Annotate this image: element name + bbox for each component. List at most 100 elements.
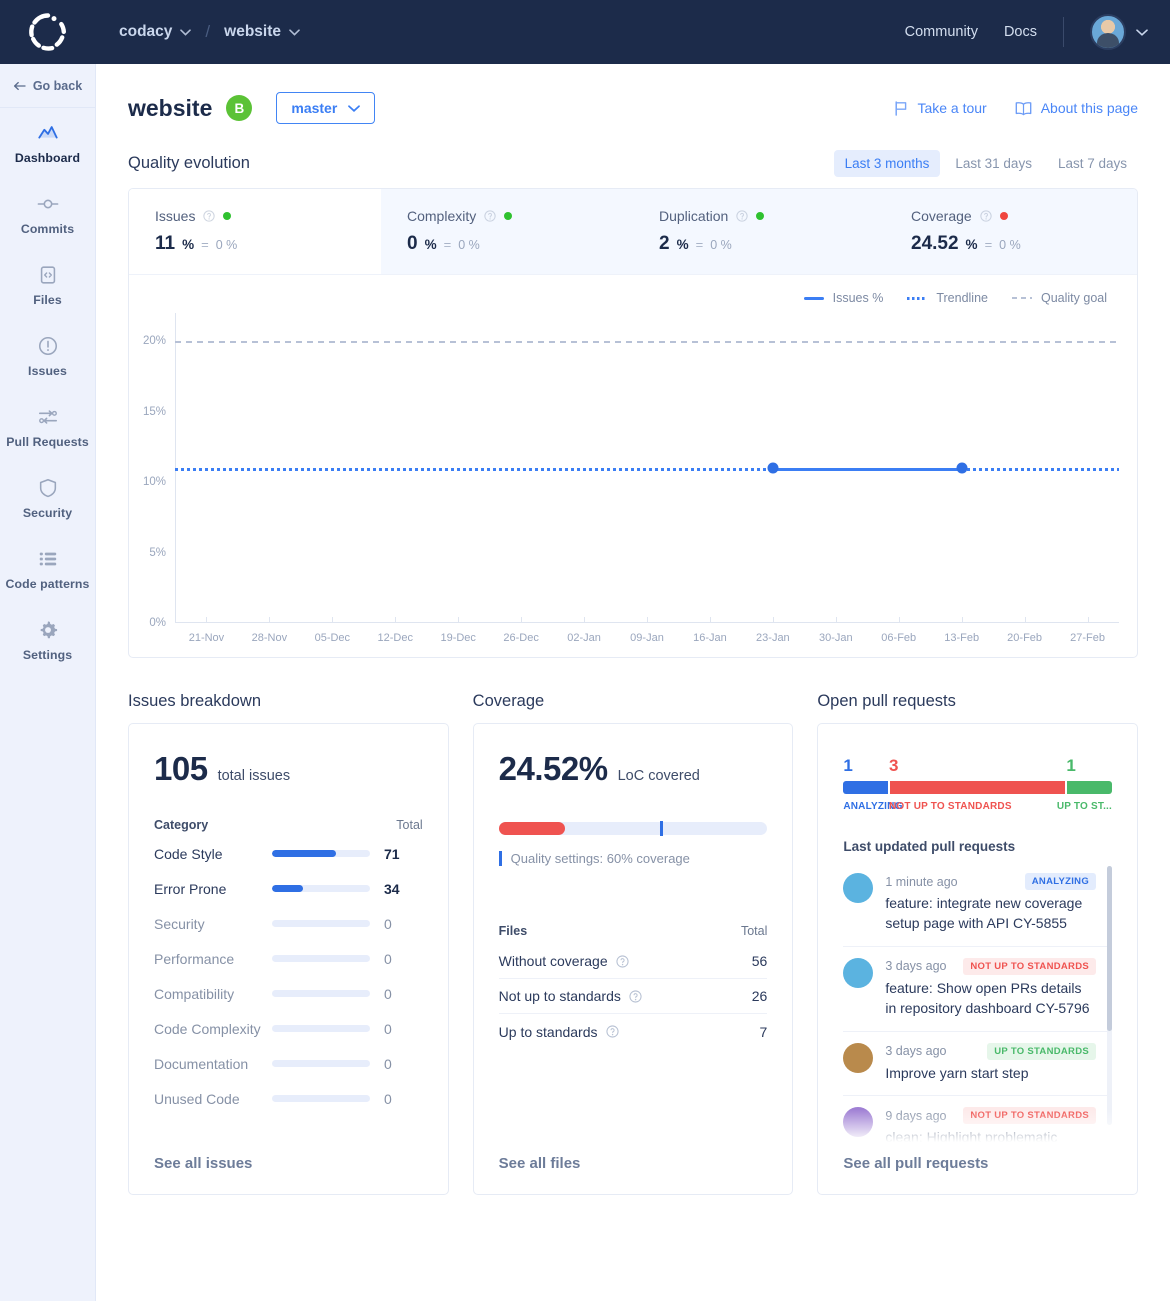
pr-title[interactable]: feature: Show open PRs details in reposi… [885,979,1096,1019]
legend-swatch-dotted [907,296,928,300]
community-link[interactable]: Community [905,24,978,40]
pr-title[interactable]: Improve yarn start step [885,1064,1096,1084]
breadcrumb-repository[interactable]: website [224,23,300,41]
category-total: 0 [384,950,392,967]
panel-title: Coverage [472,692,545,710]
sidebar-item-settings[interactable]: Settings [0,605,95,676]
issues-breakdown-card: 105 total issues Category Total Code Sty… [128,723,449,1195]
info-icon[interactable] [605,1025,619,1038]
category-total: 71 [384,845,400,862]
metric-complexity[interactable]: Complexity 0 % = 0 % [381,189,633,274]
table-row[interactable]: Error Prone 34 [154,871,423,906]
see-all-issues-link[interactable]: See all issues [154,1155,423,1172]
chart-line-icon [37,126,58,139]
pr-status-segment[interactable] [843,781,889,794]
breadcrumb-organization[interactable]: codacy [119,23,192,41]
table-row[interactable]: Not up to standards 26 [498,979,768,1014]
codacy-logo[interactable] [25,9,71,55]
table-row[interactable]: Documentation 0 [154,1046,423,1081]
table-row[interactable]: Unused Code 0 [154,1081,423,1116]
chart-data-point[interactable] [767,462,779,474]
chevron-down-icon [180,28,192,36]
info-icon[interactable] [203,210,216,222]
pr-scrollbar-thumb[interactable] [1107,866,1113,1031]
list-item[interactable]: 3 days ago UP TO STANDARDS Improve yarn st… [843,1032,1113,1097]
sidebar-item-dashboard[interactable]: Dashboard [0,108,95,179]
table-row[interactable]: Compatibility 0 [154,976,423,1011]
table-row[interactable]: Code Style 71 [154,836,423,871]
table-row[interactable]: Without coverage 56 [498,944,768,979]
pr-meta: 1 minute ago ANALYZING [885,873,1097,890]
see-all-pull-requests-link[interactable]: See all pull requests [843,1155,1112,1172]
x-axis-tick-label: 19-Dec [440,632,476,644]
pr-meta: 9 days ago NOT UP TO STANDARDS [885,1107,1097,1125]
range-last-7-days[interactable]: Last 7 days [1047,150,1138,177]
category-label: Performance [154,950,235,967]
branch-selector[interactable]: master [276,92,376,124]
docs-link[interactable]: Docs [1004,24,1037,40]
arrow-left-icon [13,81,26,90]
grade-badge: B [226,95,253,121]
sidebar-item-pull-requests[interactable]: Pull Requests [0,392,95,463]
sidebar-item-code-patterns[interactable]: Code patterns [0,534,95,605]
metric-header: Coverage [911,208,1137,224]
info-icon[interactable] [629,989,642,1003]
metric-duplication[interactable]: Duplication 2 % = 0 % [633,189,885,274]
list-item[interactable]: 3 days ago NOT UP TO STANDARDS feature: Sh… [843,947,1113,1032]
metric-unit: % [182,237,195,252]
info-icon[interactable] [484,210,496,222]
sidebar-item-commits[interactable]: Commits [0,179,95,250]
legend-item-issues: Issues % [803,291,883,305]
pr-status-segment[interactable] [1067,781,1113,794]
table-row[interactable]: Performance 0 [154,941,423,976]
y-axis-tick-label: 15% [142,405,166,418]
info-icon[interactable] [736,210,748,222]
user-menu[interactable] [1090,14,1148,50]
page-header: website B master Take a tour About this … [128,92,1138,124]
breadcrumb: codacy / website [119,22,300,42]
go-back-button[interactable]: Go back [0,64,95,108]
metric-name: Issues [155,208,196,224]
about-this-page-button[interactable]: About this page [1015,100,1138,116]
category-bar [272,850,370,857]
chart-plot-area: 0% 5% 10% 15% 20% [143,313,1119,629]
coverage-panel: Coverage 24.52% LoC covered Quality sett… [472,692,794,1195]
table-row[interactable]: Code Complexity 0 [154,1011,423,1046]
total-issues-row: 105 total issues [154,750,423,788]
table-row[interactable]: Up to standards 7 [499,1014,768,1049]
info-icon[interactable] [616,954,629,968]
sidebar-item-label: Issues [28,364,67,378]
file-category-total: 7 [759,1023,768,1040]
table-row[interactable]: Security 0 [154,906,423,941]
breadcrumb-separator: / [205,22,211,41]
chart-data-point[interactable] [956,462,968,474]
panel-title: Issues breakdown [128,692,261,710]
page-header-actions: Take a tour About this page [894,100,1138,116]
info-icon[interactable] [980,210,992,222]
take-a-tour-button[interactable]: Take a tour [894,100,987,116]
pr-body: 1 minute ago ANALYZING feature: integrate … [885,873,1097,934]
pr-title[interactable]: clean: Highlight problematic [885,1128,1096,1148]
sidebar-item-security[interactable]: Security [0,463,95,534]
sidebar-item-files[interactable]: Files [0,250,95,321]
status-dot [999,212,1008,220]
avatar [843,873,874,903]
coverage-progress-bar [498,821,768,836]
range-last-3-months[interactable]: Last 3 months [833,150,941,177]
metric-coverage[interactable]: Coverage 24.52 % = 0 % [885,189,1137,274]
y-axis-tick-label: 5% [149,546,166,559]
list-item[interactable]: 1 minute ago ANALYZING feature: integrate … [843,862,1113,947]
see-all-files-link[interactable]: See all files [499,1155,768,1172]
pr-segment-bar [843,781,1113,794]
pr-status-count: 3 [889,756,899,775]
page-title: website [128,94,213,121]
list-item[interactable]: 9 days ago NOT UP TO STANDARDS clean: High… [843,1096,1112,1155]
metric-unit: % [676,237,689,252]
range-last-31-days[interactable]: Last 31 days [944,150,1043,177]
pr-status-segment[interactable] [890,781,1066,794]
pr-title[interactable]: feature: integrate new coverage setup pa… [885,894,1096,934]
category-label: Code Complexity [154,1020,261,1037]
category-label: Unused Code [154,1090,240,1107]
metric-issues[interactable]: Issues 11 % = 0 % [129,189,381,274]
sidebar-item-issues[interactable]: Issues [0,321,95,392]
